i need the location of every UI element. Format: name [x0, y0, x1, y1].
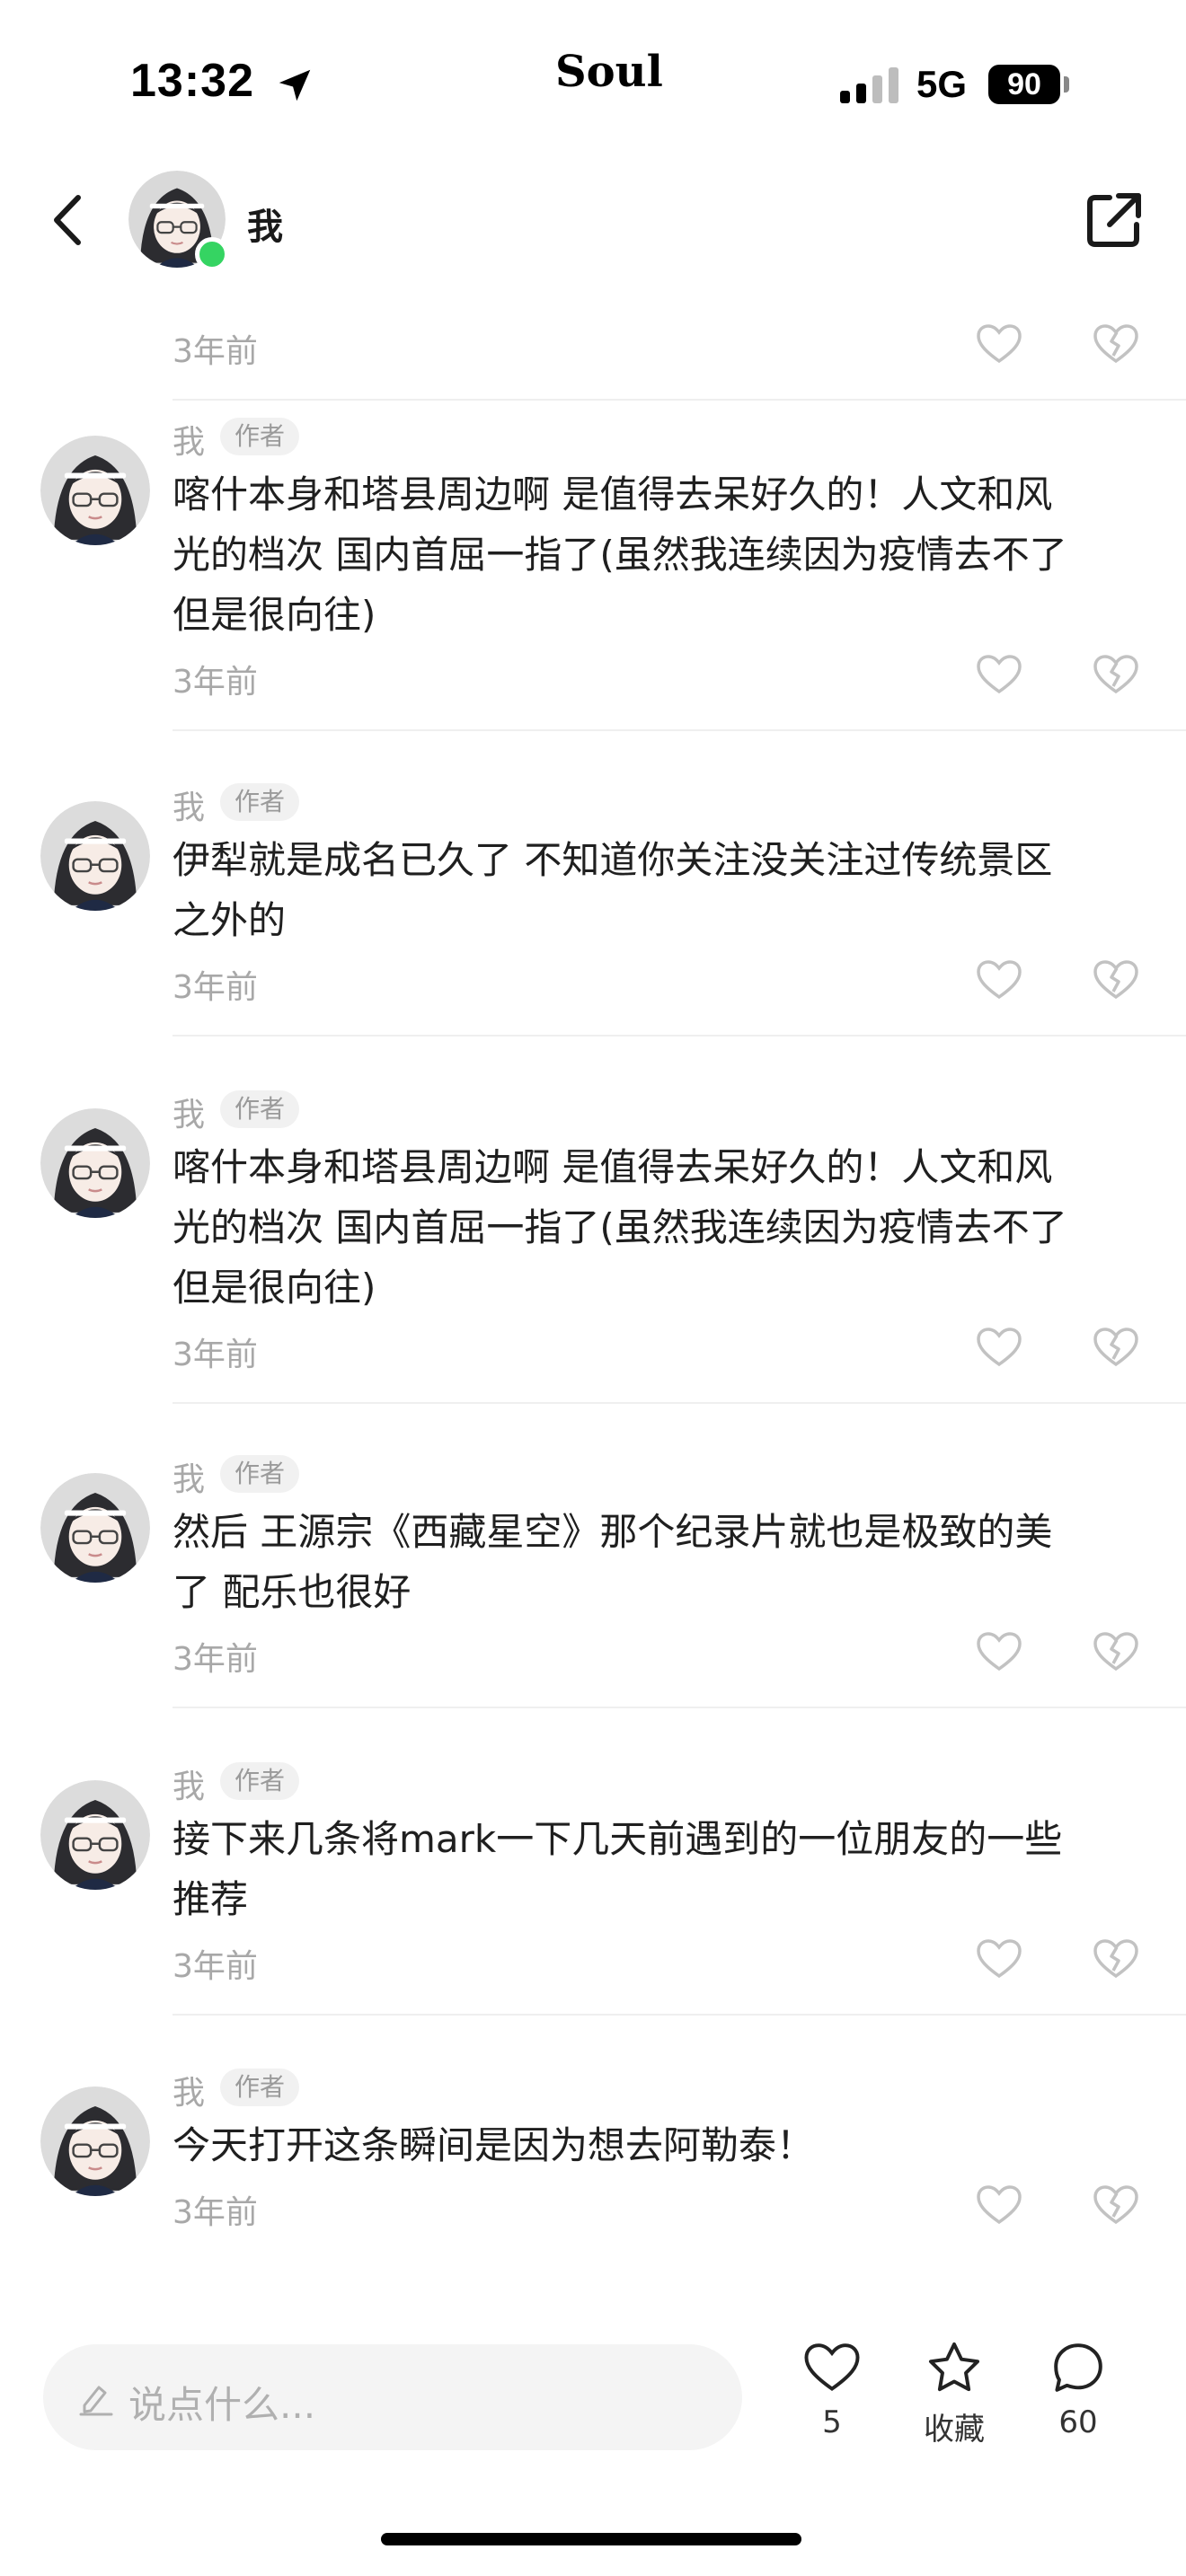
broken-heart-icon[interactable]	[1092, 322, 1140, 366]
author-badge: 作者	[220, 2069, 300, 2106]
pencil-icon	[79, 2386, 113, 2416]
comment-text[interactable]: 喀什本身和塔县周边啊 是值得去呆好久的！人文和风 光的档次 国内首屈一指了(虽然…	[173, 464, 1143, 645]
page-title: 我	[247, 207, 283, 248]
avatar-illustration	[40, 801, 150, 911]
signal-strength-icon	[840, 67, 898, 103]
battery-indicator: 90	[988, 65, 1060, 104]
divider	[173, 1402, 1186, 1404]
comment-author[interactable]: 我	[173, 781, 205, 828]
header: 我	[0, 153, 1186, 287]
avatar[interactable]	[40, 1780, 150, 1890]
broken-heart-icon[interactable]	[1092, 652, 1140, 697]
comment-time: 3年前	[173, 1948, 258, 1985]
status-bar: 13:32 Soul 5G 90	[0, 0, 1186, 153]
divider	[173, 2014, 1186, 2016]
broken-heart-icon[interactable]	[1092, 1325, 1140, 1370]
avatar[interactable]	[40, 2086, 150, 2196]
heart-icon[interactable]	[975, 1629, 1023, 1674]
comment-time: 3年前	[173, 969, 258, 1006]
status-time: 13:32	[130, 55, 254, 107]
broken-heart-icon[interactable]	[1092, 2183, 1140, 2228]
like-count: 5	[822, 2404, 842, 2440]
heart-icon[interactable]	[975, 2183, 1023, 2228]
author-badge: 作者	[220, 1455, 300, 1493]
like-button[interactable]: 5	[778, 2340, 886, 2466]
comment-text[interactable]: 接下来几条将mark一下几天前遇到的一位朋友的一些 推荐	[173, 1809, 1143, 1929]
avatar[interactable]	[40, 1473, 150, 1583]
location-arrow-icon	[279, 69, 311, 101]
favorite-label: 收藏	[924, 2412, 985, 2448]
heart-icon[interactable]	[975, 1325, 1023, 1370]
online-status-dot	[195, 237, 229, 271]
avatar[interactable]	[40, 436, 150, 545]
comment-time: 3年前	[173, 664, 258, 701]
heart-icon	[804, 2343, 860, 2391]
comment-author[interactable]: 我	[173, 1453, 205, 1500]
comment-author[interactable]: 我	[173, 1760, 205, 1807]
avatar-illustration	[40, 436, 150, 545]
divider	[173, 1707, 1186, 1708]
comment-time: 3年前	[173, 1337, 258, 1373]
carrier-logo: Soul	[555, 47, 663, 97]
heart-icon[interactable]	[975, 322, 1023, 366]
comment-time: 3年前	[173, 333, 258, 370]
comment-text[interactable]: 伊犁就是成名已久了 不知道你关注没关注过传统景区 之外的	[173, 830, 1143, 950]
heart-icon[interactable]	[975, 1936, 1023, 1981]
author-badge: 作者	[220, 1090, 300, 1128]
comment-author[interactable]: 我	[173, 2067, 205, 2113]
avatar[interactable]	[40, 801, 150, 911]
comment-input-placeholder: 说点什么...	[128, 2383, 316, 2427]
divider	[173, 399, 1186, 401]
heart-icon[interactable]	[975, 652, 1023, 697]
network-type: 5G	[916, 63, 968, 105]
favorite-button[interactable]: 收藏	[900, 2340, 1008, 2466]
comment-text[interactable]: 今天打开这条瞬间是因为想去阿勒泰！	[173, 2115, 1143, 2175]
divider	[173, 1035, 1186, 1037]
comment-button[interactable]: 60	[1024, 2340, 1132, 2466]
broken-heart-icon[interactable]	[1092, 1936, 1140, 1981]
back-button[interactable]	[40, 189, 94, 251]
author-badge: 作者	[220, 418, 300, 455]
battery-cap	[1064, 76, 1069, 93]
comment-text[interactable]: 然后 王源宗《西藏星空》那个纪录片就也是极致的美 了 配乐也很好	[173, 1502, 1143, 1622]
broken-heart-icon[interactable]	[1092, 1629, 1140, 1674]
comment-input[interactable]: 说点什么...	[43, 2344, 742, 2450]
avatar-illustration	[40, 1108, 150, 1218]
avatar-illustration	[40, 1473, 150, 1583]
avatar-illustration	[40, 1780, 150, 1890]
comment-text[interactable]: 喀什本身和塔县周边啊 是值得去呆好久的！人文和风 光的档次 国内首屈一指了(虽然…	[173, 1137, 1143, 1318]
comment-author[interactable]: 我	[173, 416, 205, 463]
comment-author[interactable]: 我	[173, 1089, 205, 1135]
author-badge: 作者	[220, 783, 300, 821]
star-icon	[928, 2342, 980, 2392]
comment-time: 3年前	[173, 2194, 258, 2231]
share-button[interactable]	[1083, 189, 1146, 251]
comment-time: 3年前	[173, 1641, 258, 1678]
avatar[interactable]	[40, 1108, 150, 1218]
heart-icon[interactable]	[975, 957, 1023, 1002]
divider	[173, 729, 1186, 731]
comment-count: 60	[1058, 2404, 1098, 2440]
home-indicator	[381, 2533, 801, 2545]
avatar-illustration	[40, 2086, 150, 2196]
author-badge: 作者	[220, 1762, 300, 1800]
chat-bubble-icon	[1054, 2343, 1102, 2392]
broken-heart-icon[interactable]	[1092, 957, 1140, 1002]
